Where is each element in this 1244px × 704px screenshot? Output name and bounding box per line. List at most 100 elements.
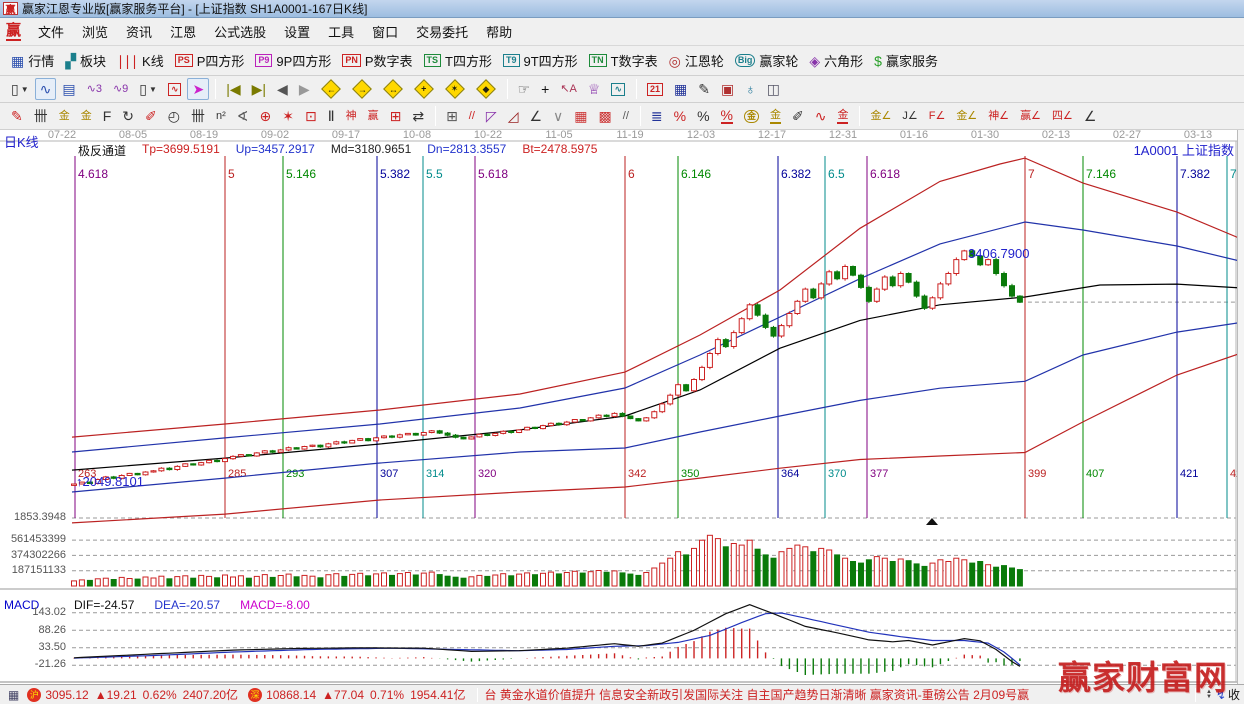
- time-ruler-button[interactable]: 卌: [29, 105, 53, 127]
- t-square-button[interactable]: TST四方形: [419, 50, 497, 72]
- menu-item-stock-picker[interactable]: 公式选股: [205, 19, 275, 44]
- gann-wheel-button[interactable]: ◎江恩轮: [664, 50, 729, 72]
- angle-line-button[interactable]: ∠: [524, 105, 547, 127]
- notes-button[interactable]: ✎: [693, 78, 715, 100]
- p9-square-button[interactable]: P99P四方形: [250, 50, 336, 72]
- save-button[interactable]: ▣: [716, 78, 739, 100]
- wave-tool-button[interactable]: ∿: [810, 105, 832, 127]
- h-span-button[interactable]: ⇄: [407, 105, 429, 127]
- nav-last-button[interactable]: ▶|: [247, 78, 271, 100]
- crosshair-button[interactable]: +: [536, 78, 554, 100]
- news-ticker[interactable]: 台 黄金水道价值提升 信息安全新政引发国际关注 自主国产趋势日渐清晰 赢家资讯-…: [484, 686, 1189, 703]
- pen-red-button[interactable]: ✐: [140, 105, 162, 127]
- shen-grid-button[interactable]: 神: [341, 105, 362, 127]
- nav-prev-button[interactable]: ◀: [272, 78, 293, 100]
- quotes-button[interactable]: ▦行情: [6, 50, 59, 72]
- web-tools-button[interactable]: ♁: [740, 78, 761, 100]
- f-ruler-button[interactable]: F: [98, 105, 117, 127]
- diamond-move-button[interactable]: ◆: [471, 78, 501, 100]
- ying-grid-button[interactable]: 赢: [363, 105, 384, 127]
- star-grid-button[interactable]: ✶: [277, 105, 299, 127]
- angle-shen-button[interactable]: 神∠: [983, 105, 1014, 127]
- box-grid-button[interactable]: ⊞: [441, 105, 463, 127]
- hand-tool-button[interactable]: ☞: [513, 78, 536, 100]
- angle-cursor-button[interactable]: ∢: [232, 105, 254, 127]
- menu-item-browse[interactable]: 浏览: [73, 19, 117, 44]
- slant-lines-button[interactable]: //: [618, 105, 634, 127]
- menu-item-help[interactable]: 帮助: [477, 19, 521, 44]
- swing-3-button[interactable]: ∿3: [82, 78, 107, 100]
- ink-pen-button[interactable]: ✐: [787, 105, 809, 127]
- menu-item-news[interactable]: 资讯: [117, 19, 161, 44]
- diamond-left-button[interactable]: ←: [316, 78, 346, 100]
- menu-item-gann[interactable]: 江恩: [161, 19, 205, 44]
- spin-control[interactable]: ▲▼: [1206, 690, 1212, 700]
- diamond-cross-button[interactable]: +: [409, 78, 439, 100]
- angle-gold-2-button[interactable]: 金∠: [951, 105, 982, 127]
- t9-square-button[interactable]: T99T四方形: [498, 50, 583, 72]
- t-number-button[interactable]: TNT数字表: [584, 50, 663, 72]
- winner-wheel-button[interactable]: Big赢家轮: [730, 50, 804, 72]
- diamond-right-button[interactable]: →: [347, 78, 377, 100]
- angle-plain-button[interactable]: ∠: [1079, 105, 1102, 127]
- kline-style-button[interactable]: ▯▼: [6, 78, 34, 100]
- menu-item-tools[interactable]: 工具: [319, 19, 363, 44]
- color-chart-button[interactable]: ➤: [187, 78, 209, 100]
- fan-box-purple-button[interactable]: ◸: [481, 105, 502, 127]
- gold-ruler-1-button[interactable]: 金: [54, 105, 75, 127]
- k-marks-button[interactable]: Ⅱ: [323, 105, 340, 127]
- angle-f-button[interactable]: F∠: [924, 105, 951, 127]
- gold-lines-2-button[interactable]: 金: [832, 105, 853, 127]
- nav-first-button[interactable]: |◀: [221, 78, 245, 100]
- percent-button[interactable]: %: [692, 105, 714, 127]
- angle-si-button[interactable]: 四∠: [1047, 105, 1078, 127]
- num-grid-button[interactable]: ⊞: [385, 105, 407, 127]
- market-grid-icon[interactable]: ▦: [8, 688, 19, 702]
- swing-9-button[interactable]: ∿9: [108, 78, 133, 100]
- p-number-button[interactable]: PNP数字表: [337, 50, 417, 72]
- time-circle-button[interactable]: ◴: [163, 105, 185, 127]
- angle-ying-button[interactable]: 赢∠: [1015, 105, 1046, 127]
- p-square-button[interactable]: PSP四方形: [170, 50, 250, 72]
- diamond-lr-button[interactable]: ↔: [378, 78, 408, 100]
- calendar-button[interactable]: 21: [642, 78, 668, 100]
- winner-service-button[interactable]: $赢家服务: [869, 50, 943, 72]
- collapse-button[interactable]: 收: [1228, 686, 1240, 703]
- gold-ruler-2-button[interactable]: 金: [76, 105, 97, 127]
- menu-item-window[interactable]: 窗口: [363, 19, 407, 44]
- calculator-button[interactable]: ▦: [669, 78, 692, 100]
- menu-item-file[interactable]: 文件: [29, 19, 73, 44]
- target-grid-button[interactable]: ⊡: [300, 105, 322, 127]
- single-candle-button[interactable]: ▯▼: [134, 78, 162, 100]
- angle-gold-button[interactable]: 金∠: [865, 105, 896, 127]
- hexagon-button[interactable]: ◈六角形: [804, 50, 868, 72]
- doc-list-button[interactable]: ▤: [57, 78, 80, 100]
- computer-button[interactable]: ◫: [762, 78, 785, 100]
- time-ruler-2-button[interactable]: 卌: [186, 105, 210, 127]
- grid-red-2-button[interactable]: ▩: [594, 105, 617, 127]
- spiral-button[interactable]: ↻: [117, 105, 139, 127]
- gold-lines-button[interactable]: 金: [765, 105, 786, 127]
- fan-lines-button[interactable]: //: [464, 105, 480, 127]
- fan-box-red-button[interactable]: ◿: [503, 105, 524, 127]
- nav-next-button[interactable]: ▶: [294, 78, 315, 100]
- menu-item-settings[interactable]: 设置: [275, 19, 319, 44]
- kline-button[interactable]: ∣∣∣K线: [112, 50, 169, 72]
- percent-line-button[interactable]: %: [716, 105, 738, 127]
- sectors-button[interactable]: ▞板块: [60, 50, 111, 72]
- menu-item-trade[interactable]: 交易委托: [407, 19, 477, 44]
- pointer-a-button[interactable]: ↖A: [555, 78, 582, 100]
- diamond-star-button[interactable]: ✶: [440, 78, 470, 100]
- n-square-button[interactable]: n²: [211, 105, 231, 127]
- angle-j-button[interactable]: J∠: [897, 105, 922, 127]
- crown-tool-button[interactable]: ♕: [583, 78, 606, 100]
- grid-red-1-button[interactable]: ▦: [569, 105, 592, 127]
- circle-cross-button[interactable]: ⊕: [255, 105, 277, 127]
- percent-t-button[interactable]: %: [669, 105, 691, 127]
- price-ladder-button[interactable]: ≣: [646, 105, 668, 127]
- v-lines-button[interactable]: ∨: [548, 105, 568, 127]
- gold-circle-button[interactable]: 金: [739, 105, 764, 127]
- pattern-blue-button[interactable]: ∿: [35, 78, 57, 100]
- pattern-red-button[interactable]: ∿: [163, 78, 187, 100]
- pattern-teal-button[interactable]: ∿: [606, 78, 630, 100]
